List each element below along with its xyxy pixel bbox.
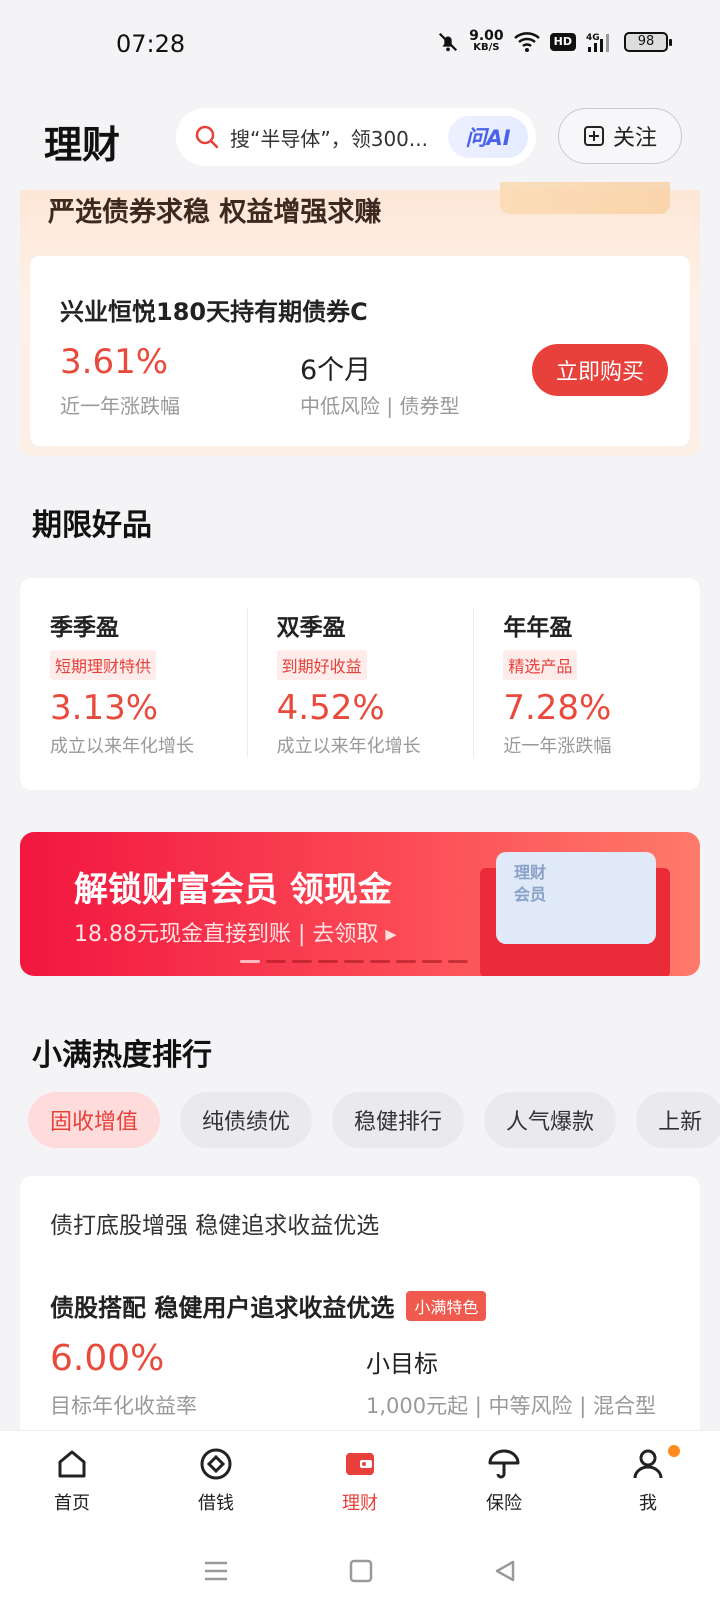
product-rate: 4.52% [276,688,385,728]
mute-bell-icon [439,32,458,52]
product-rate-label: 成立以来年化增长 [276,736,421,757]
section-title-period: 期限好品 [32,508,152,543]
home-icon [58,1450,86,1478]
carousel-indicator [240,960,468,963]
loan-icon [200,1448,232,1480]
page-title: 理财 [44,123,121,167]
ranking-subtitle: 债打底股增强 稳健追求收益优选 [50,1213,380,1239]
ranking-product-card[interactable]: 债打底股增强 稳健追求收益优选 债股搭配 稳健用户追求收益优选 小满特色 6.0… [20,1176,700,1436]
member-card-illustration: 理财 会员 [496,852,656,944]
home-square-icon[interactable] [349,1559,373,1583]
fund-term-label: 中低风险 | 债券型 [300,394,460,418]
wifi-icon [513,32,540,52]
product-tag: 短期理财特供 [50,650,157,680]
search-placeholder: 搜“半导体”，领300... [230,126,428,151]
status-bar: 07:28 9.00 KB/S HD 4G 98 [0,0,720,90]
product-rate: 7.28% [503,688,612,728]
add-follow-icon [583,126,604,146]
product-name: 季季盈 [50,615,119,641]
chip-new[interactable]: 上新 [636,1092,720,1148]
header: 理财 搜“半导体”，领300... 问AI 关注 [0,90,720,190]
follow-label: 关注 [612,126,657,151]
signal-4g-icon: 4G [586,33,609,52]
ranking-rate-label: 目标年化收益率 [50,1394,197,1418]
chip-popular[interactable]: 人气爆款 [484,1092,617,1148]
period-products-card: 季季盈 短期理财特供 3.13% 成立以来年化增长 双季盈 到期好收益 4.52… [20,578,700,790]
promo-decoration [500,182,670,214]
ranking-product-title: 债股搭配 稳健用户追求收益优选 小满特色 [50,1288,487,1323]
promo-card: 严选债券求稳 权益增强求赚 兴业恒悦180天持有期债券C 3.61% 近一年涨跌… [20,182,700,456]
featured-fund-card[interactable]: 兴业恒悦180天持有期债券C 3.61% 近一年涨跌幅 6个月 中低风险 | 债… [30,256,690,446]
tab-insurance[interactable]: 保险 [432,1431,576,1530]
ask-ai-button[interactable]: 问AI [448,116,528,158]
tab-wealth[interactable]: 理财 [288,1431,432,1530]
search-icon [195,125,219,149]
system-nav-bar [0,1530,720,1612]
net-speed: 9.00 KB/S [469,28,504,53]
fund-name: 兴业恒悦180天持有期债券C [60,298,368,326]
buy-now-button[interactable]: 立即购买 [532,344,668,396]
period-product-item[interactable]: 双季盈 到期好收益 4.52% 成立以来年化增长 [246,578,474,790]
fund-rate: 3.61% [60,342,169,382]
period-product-item[interactable]: 年年盈 精选产品 7.28% 近一年涨跌幅 [473,578,700,790]
ranking-filter-chips: 固收增值 纯债绩优 稳健排行 人气爆款 上新 [28,1092,720,1148]
battery-icon: 98 [624,32,672,52]
period-product-item[interactable]: 季季盈 短期理财特供 3.13% 成立以来年化增长 [20,578,247,790]
product-rate: 3.13% [50,688,159,728]
fund-rate-label: 近一年涨跌幅 [60,394,180,418]
tab-home[interactable]: 首页 [0,1431,144,1530]
ranking-goal: 小目标 [366,1350,438,1378]
svg-text:4G: 4G [586,33,600,43]
status-icons: 9.00 KB/S HD 4G 98 [437,28,672,54]
hd-icon: HD [549,33,576,51]
menu-icon[interactable] [203,1559,229,1583]
search-input[interactable]: 搜“半导体”，领300... 问AI [176,108,536,166]
membership-banner[interactable]: 解锁财富会员 领现金 18.88元现金直接到账 | 去领取 ▸ 理财 会员 [20,832,700,976]
product-tag: 到期好收益 [276,650,367,680]
chip-fixed-income[interactable]: 固收增值 [28,1092,161,1148]
follow-button[interactable]: 关注 [558,108,682,164]
wallet-icon [346,1453,374,1475]
bottom-tab-bar: 首页 借钱 理财 保险 我 [0,1430,720,1530]
fund-term: 6个月 [300,355,372,386]
chip-stable[interactable]: 稳健排行 [332,1092,465,1148]
chip-pure-bond[interactable]: 纯债绩优 [180,1092,313,1148]
status-time: 07:28 [116,30,186,58]
ranking-goal-meta: 1,000元起 | 中等风险 | 混合型 [366,1394,656,1418]
section-title-ranking: 小满热度排行 [32,1038,212,1073]
tab-me[interactable]: 我 [576,1431,720,1530]
person-icon [633,1449,663,1479]
feature-badge: 小满特色 [406,1290,487,1321]
notification-dot [668,1445,680,1457]
banner-subtitle: 18.88元现金直接到账 | 去领取 ▸ [74,922,397,947]
product-rate-label: 近一年涨跌幅 [503,736,612,757]
product-name: 双季盈 [276,615,346,641]
promo-headline: 严选债券求稳 权益增强求赚 [48,197,382,228]
umbrella-icon [488,1449,520,1479]
banner-title: 解锁财富会员 领现金 [74,870,392,910]
ranking-rate: 6.00% [50,1338,165,1379]
back-icon[interactable] [493,1559,517,1583]
product-name: 年年盈 [503,615,573,641]
product-rate-label: 成立以来年化增长 [50,736,194,757]
tab-loan[interactable]: 借钱 [144,1431,288,1530]
product-tag: 精选产品 [503,650,578,680]
